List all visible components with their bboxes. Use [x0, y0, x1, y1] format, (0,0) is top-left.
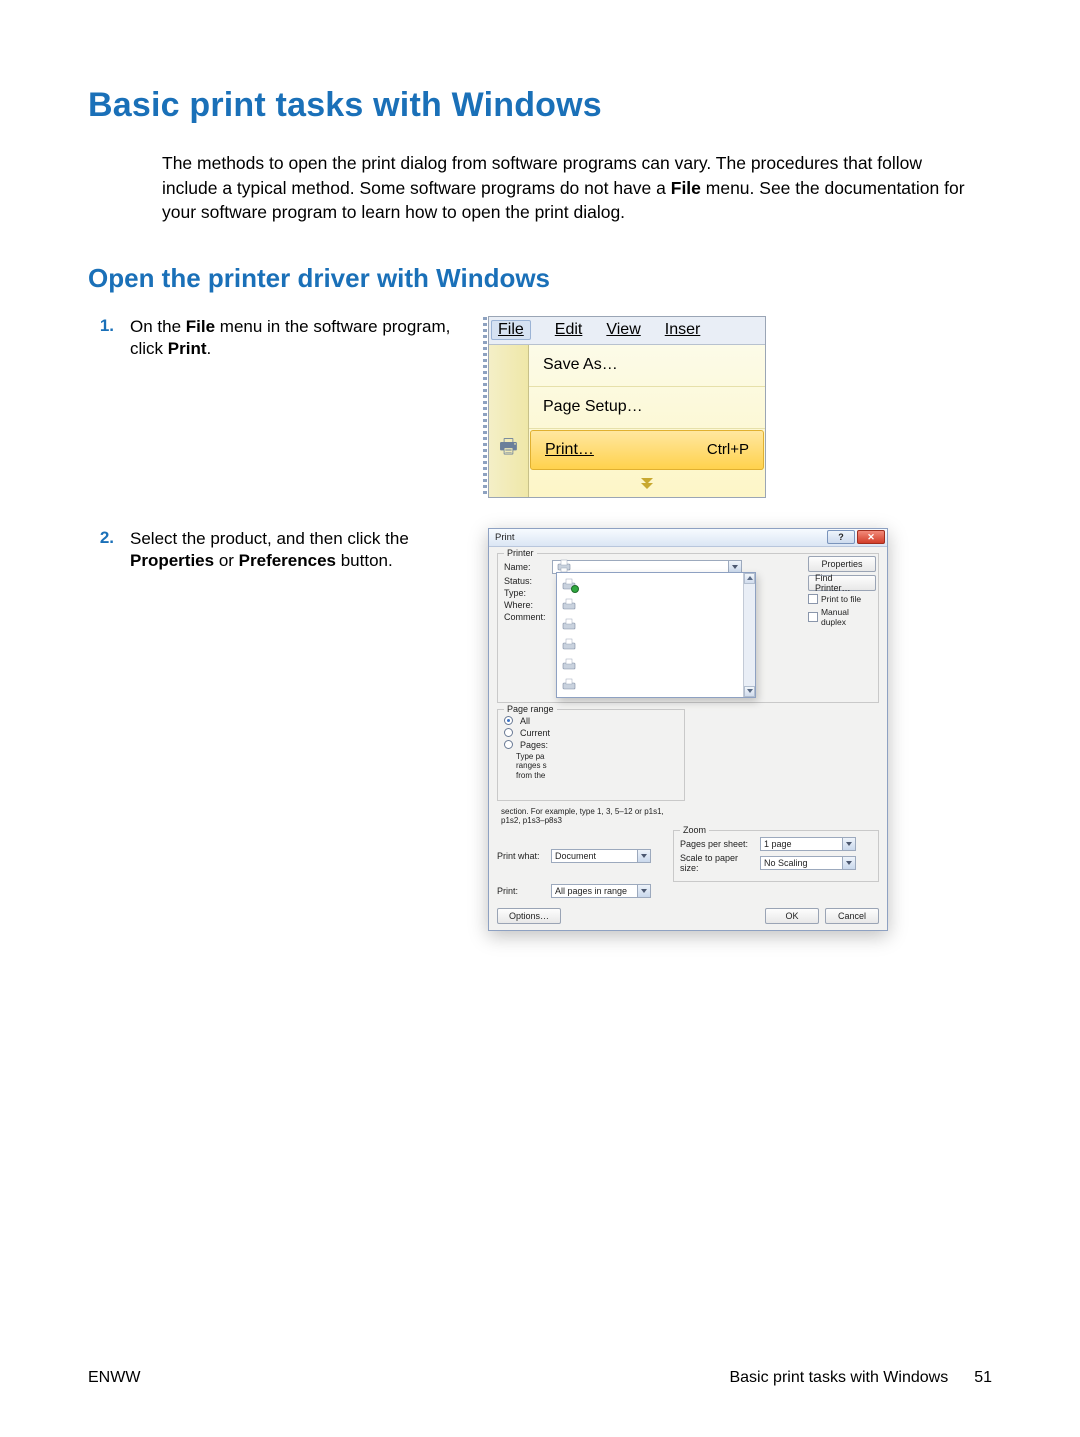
radio-current[interactable]: Current: [504, 728, 678, 738]
menu-insert[interactable]: Inser: [665, 321, 701, 339]
dropdown-arrow-icon: [842, 838, 855, 850]
range-hint-tail: section. For example, type 1, 3, 5–12 or…: [501, 807, 685, 826]
label-pages-per-sheet: Pages per sheet:: [680, 839, 756, 849]
label-print-what: Print what:: [497, 851, 547, 861]
printer-list-item[interactable]: [559, 575, 753, 595]
step-number: 1.: [88, 316, 130, 336]
footer-left: ENWW: [88, 1369, 140, 1387]
radio-all[interactable]: All: [504, 716, 678, 726]
section-heading: Open the printer driver with Windows: [88, 263, 992, 294]
radio-pages[interactable]: Pages:: [504, 740, 678, 750]
dialog-button-bar: Options… OK Cancel: [489, 904, 887, 930]
menu-expand[interactable]: [529, 471, 765, 497]
dropdown-arrow-icon: [637, 850, 650, 862]
dropdown-arrow-icon: [637, 885, 650, 897]
ok-button[interactable]: OK: [765, 908, 819, 924]
footer-page-number: 51: [974, 1369, 992, 1387]
menu-item-page-setup[interactable]: Page Setup…: [529, 387, 765, 429]
group-title-page-range: Page range: [504, 704, 557, 714]
printer-list-item[interactable]: [559, 675, 753, 695]
step-text: Select the product, and then click the P…: [130, 528, 488, 574]
properties-button[interactable]: Properties: [808, 556, 876, 572]
chevron-down-icon: [641, 478, 653, 490]
menu-file[interactable]: File: [491, 320, 531, 340]
help-button[interactable]: ?: [827, 530, 855, 544]
options-button[interactable]: Options…: [497, 908, 561, 924]
figure-file-menu: File Edit View Inser 🖶 Save As…: [488, 316, 766, 498]
printer-icon: 🖶: [499, 432, 518, 466]
manual-duplex-checkbox[interactable]: Manual duplex: [808, 607, 876, 627]
cancel-button[interactable]: Cancel: [825, 908, 879, 924]
footer-right-text: Basic print tasks with Windows: [729, 1369, 948, 1387]
step-2: 2. Select the product, and then click th…: [88, 528, 992, 931]
page-footer: ENWW Basic print tasks with Windows 51: [88, 1369, 992, 1387]
printer-dropdown-list[interactable]: [556, 572, 756, 698]
scrollbar[interactable]: [743, 573, 755, 697]
range-hint: Type pa ranges s from the: [516, 752, 678, 781]
group-title-zoom: Zoom: [680, 825, 709, 835]
label-type: Type:: [504, 588, 548, 598]
dialog-title: Print: [495, 532, 515, 543]
scale-select[interactable]: No Scaling: [760, 856, 856, 870]
print-shortcut: Ctrl+P: [707, 441, 749, 458]
group-printer: Printer Name: Status: Type:: [497, 553, 879, 703]
label-comment: Comment:: [504, 612, 548, 622]
dropdown-arrow-icon: [842, 857, 855, 869]
step-1: 1. On the File menu in the software prog…: [88, 316, 992, 498]
menu-item-save-as[interactable]: Save As…: [529, 345, 765, 387]
intro-file: File: [671, 178, 701, 198]
menu-edit[interactable]: Edit: [555, 321, 583, 339]
print-pages-select[interactable]: All pages in range: [551, 884, 651, 898]
group-title-printer: Printer: [504, 548, 537, 558]
print-to-file-checkbox[interactable]: Print to file: [808, 594, 876, 604]
page-title: Basic print tasks with Windows: [88, 86, 992, 125]
printer-list-item[interactable]: [559, 615, 753, 635]
menu-view[interactable]: View: [606, 321, 640, 339]
scroll-up-icon[interactable]: [744, 573, 755, 584]
step-number: 2.: [88, 528, 130, 548]
label-where: Where:: [504, 600, 548, 610]
pages-per-sheet-select[interactable]: 1 page: [760, 837, 856, 851]
scroll-down-icon[interactable]: [744, 686, 755, 697]
label-scale: Scale to paper size:: [680, 853, 756, 873]
step-text: On the File menu in the software program…: [130, 316, 488, 362]
figure-print-dialog: Print ? ✕ Printer Name:: [488, 528, 888, 931]
print-what-select[interactable]: Document: [551, 849, 651, 863]
printer-list-item[interactable]: [559, 635, 753, 655]
dialog-titlebar: Print ? ✕: [489, 529, 887, 547]
label-print: Print:: [497, 886, 547, 896]
menu-icon-column: 🖶: [489, 345, 529, 497]
printer-list-item[interactable]: [559, 595, 753, 615]
printer-list-item[interactable]: [559, 655, 753, 675]
group-zoom: Zoom Pages per sheet: 1 page Scale to pa…: [673, 830, 879, 882]
close-button[interactable]: ✕: [857, 530, 885, 544]
find-printer-button[interactable]: Find Printer…: [808, 575, 876, 591]
menu-bar: File Edit View Inser: [489, 317, 765, 345]
group-page-range: Page range All Current Pages: Type pa ra…: [497, 709, 685, 801]
label-status: Status:: [504, 576, 548, 586]
intro-paragraph: The methods to open the print dialog fro…: [162, 151, 972, 225]
label-name: Name:: [504, 562, 548, 572]
menu-item-print[interactable]: Print… Ctrl+P: [530, 430, 764, 470]
